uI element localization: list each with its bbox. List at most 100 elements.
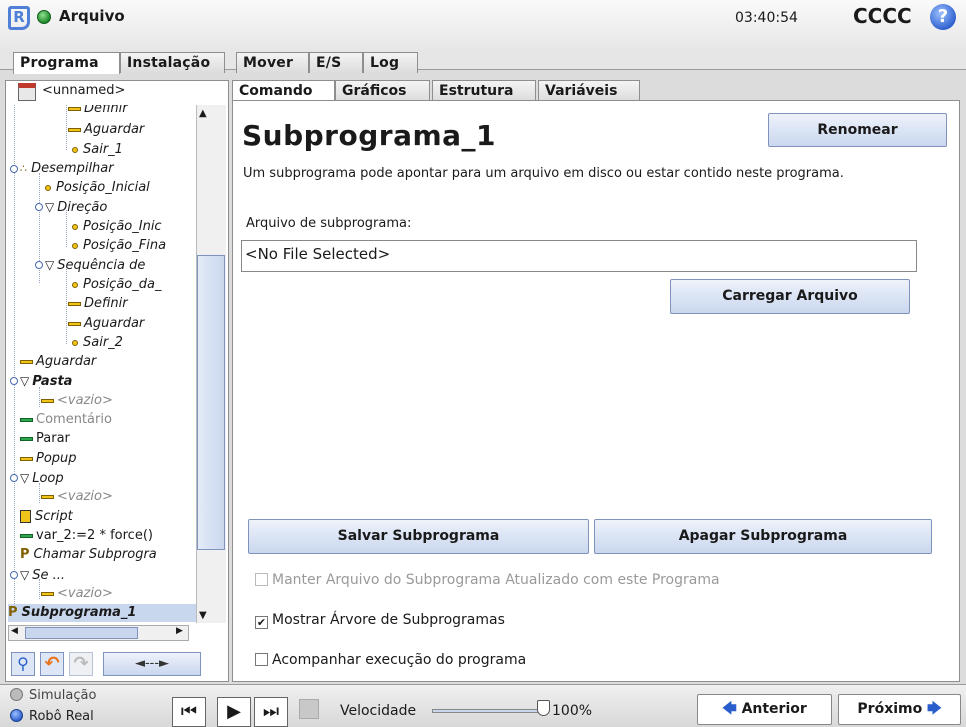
tree-node[interactable]: Posição_da_ [68, 276, 161, 294]
tree-node[interactable]: <vazio> [41, 392, 113, 410]
waypoint-icon [72, 223, 78, 230]
tree-node[interactable]: Definir [68, 105, 128, 118]
expand-toggle-icon[interactable] [10, 474, 18, 482]
tab-programa[interactable]: Programa [13, 52, 120, 74]
tree-node[interactable]: ▽ Sequência de [45, 256, 145, 275]
expand-toggle-icon[interactable] [10, 165, 18, 173]
bar-icon [20, 436, 33, 441]
tab-graficos[interactable]: Gráficos [335, 80, 430, 101]
keep-updated-checkbox[interactable]: Manter Arquivo do Subprograma Atualizado… [255, 572, 720, 588]
hscroll-thumb[interactable] [25, 627, 138, 639]
robot-name: CCCC [853, 4, 912, 28]
tree-node[interactable]: P Chamar Subprogra [20, 546, 157, 564]
tree-node[interactable]: Comentário [20, 411, 112, 429]
scroll-thumb[interactable] [197, 255, 225, 550]
search-icon[interactable]: ⚲ [11, 652, 35, 676]
waypoint-icon [72, 281, 78, 288]
title-bar [0, 0, 966, 52]
triangle-icon: ▽ [45, 258, 55, 272]
save-subprogram-button[interactable]: Salvar Subprograma [248, 519, 589, 554]
load-file-button[interactable]: Carregar Arquivo [670, 279, 910, 314]
scroll-left-icon[interactable]: ◀ [11, 626, 18, 636]
tree-node[interactable]: Sair_2 [68, 334, 123, 352]
undo-icon[interactable]: ↶ [40, 652, 64, 676]
arrow-left-icon: 🡄 [722, 701, 737, 717]
waypoint-icon [72, 339, 78, 346]
show-tree-checkbox[interactable]: ✔ Mostrar Árvore de Subprogramas [255, 612, 505, 629]
follow-execution-checkbox[interactable]: Acompanhar execução do programa [255, 652, 526, 668]
play-icon[interactable]: ▶ [217, 697, 251, 727]
tab-estrutura[interactable]: Estrutura [432, 80, 536, 101]
next-button[interactable]: Próximo 🡆 [838, 694, 961, 725]
tree-node[interactable]: Parar [20, 430, 70, 448]
tree-node[interactable]: Posição_Fina [68, 237, 166, 255]
tree-node[interactable]: Sair_1 [68, 141, 123, 159]
skip-back-icon[interactable]: ⏮ [172, 697, 206, 727]
description-text: Um subprograma pode apontar para um arqu… [243, 166, 844, 181]
expand-toggle-icon[interactable] [35, 203, 43, 211]
tree-node[interactable]: ▽ Direção [45, 198, 107, 217]
tree-node[interactable]: ▽ Loop [20, 469, 64, 488]
tab-log[interactable]: Log [363, 52, 418, 73]
tree-node[interactable]: ∴ Desempilhar [20, 160, 114, 178]
subprogram-icon: P [8, 605, 18, 620]
tab-es[interactable]: E/S [309, 52, 363, 73]
command-panel [232, 100, 960, 682]
file-field[interactable]: <No File Selected> [241, 240, 917, 272]
triangle-icon: ▽ [45, 200, 55, 214]
tab-instalacao[interactable]: Instalação [120, 52, 225, 73]
tree-node[interactable]: <vazio> [41, 488, 113, 506]
delete-subprogram-button[interactable]: Apagar Subprograma [594, 519, 932, 554]
tree-node[interactable]: ▽ Pasta [20, 372, 72, 391]
simulation-radio[interactable]: Simulação [10, 688, 96, 703]
tree-node[interactable]: <vazio> [41, 585, 113, 603]
tree-node[interactable]: Aguardar [68, 315, 144, 333]
bar-icon [20, 417, 33, 422]
tree-node[interactable]: ▽ Se ... [20, 566, 65, 585]
subprogram-icon: P [20, 547, 30, 562]
tree-node[interactable]: Aguardar [20, 353, 96, 371]
bar-icon [68, 301, 81, 306]
bar-icon [68, 106, 81, 111]
bar-icon [20, 533, 33, 538]
expand-panel-button[interactable]: ◄---► [103, 652, 201, 676]
previous-button[interactable]: 🡄 Anterior [697, 694, 832, 725]
triangle-icon: ▽ [20, 568, 30, 582]
tree-node[interactable]: var_2:=2 * force() [20, 527, 153, 545]
expand-toggle-icon[interactable] [10, 571, 18, 579]
tree-node[interactable]: Popup [20, 450, 77, 468]
real-robot-radio[interactable]: Robô Real [10, 709, 94, 724]
rename-button[interactable]: Renomear [768, 113, 947, 147]
tree-node[interactable]: Definir [68, 295, 128, 313]
script-icon [20, 510, 31, 523]
scroll-down-icon[interactable]: ▼ [199, 610, 207, 621]
bar-icon [41, 494, 54, 499]
expand-toggle-icon[interactable] [10, 377, 18, 385]
expand-toggle-icon[interactable] [35, 261, 43, 269]
radio-off-icon [10, 688, 23, 701]
checkmark-icon: ✔ [255, 616, 268, 629]
bar-icon [41, 398, 54, 403]
file-label: Arquivo de subprograma: [246, 216, 412, 231]
step-icon[interactable]: ⏭ [254, 697, 288, 727]
file-menu[interactable]: Arquivo [59, 7, 125, 25]
tree-node-selected[interactable]: P Subprograma_1 [8, 604, 196, 622]
program-save-icon[interactable] [18, 83, 36, 101]
scroll-right-icon[interactable]: ▶ [176, 626, 183, 636]
checkbox-icon [255, 573, 268, 586]
tab-comando[interactable]: Comando [232, 80, 335, 102]
tree-node[interactable]: Aguardar [68, 121, 144, 139]
tree-node[interactable]: Posição_Inicial [41, 179, 150, 197]
bar-icon [20, 456, 33, 461]
tree-node[interactable]: Script [20, 508, 73, 526]
scroll-up-icon[interactable]: ▲ [199, 108, 207, 119]
tab-mover[interactable]: Mover [236, 52, 309, 73]
help-icon[interactable]: ? [930, 4, 956, 30]
waypoint-icon [72, 242, 78, 249]
speed-slider-thumb-icon[interactable] [537, 700, 550, 716]
bar-icon [68, 321, 81, 326]
tab-variaveis[interactable]: Variáveis [538, 80, 640, 101]
redo-icon: ↷ [69, 652, 93, 676]
speed-slider[interactable] [432, 709, 542, 713]
tree-node[interactable]: Posição_Inic [68, 218, 162, 236]
